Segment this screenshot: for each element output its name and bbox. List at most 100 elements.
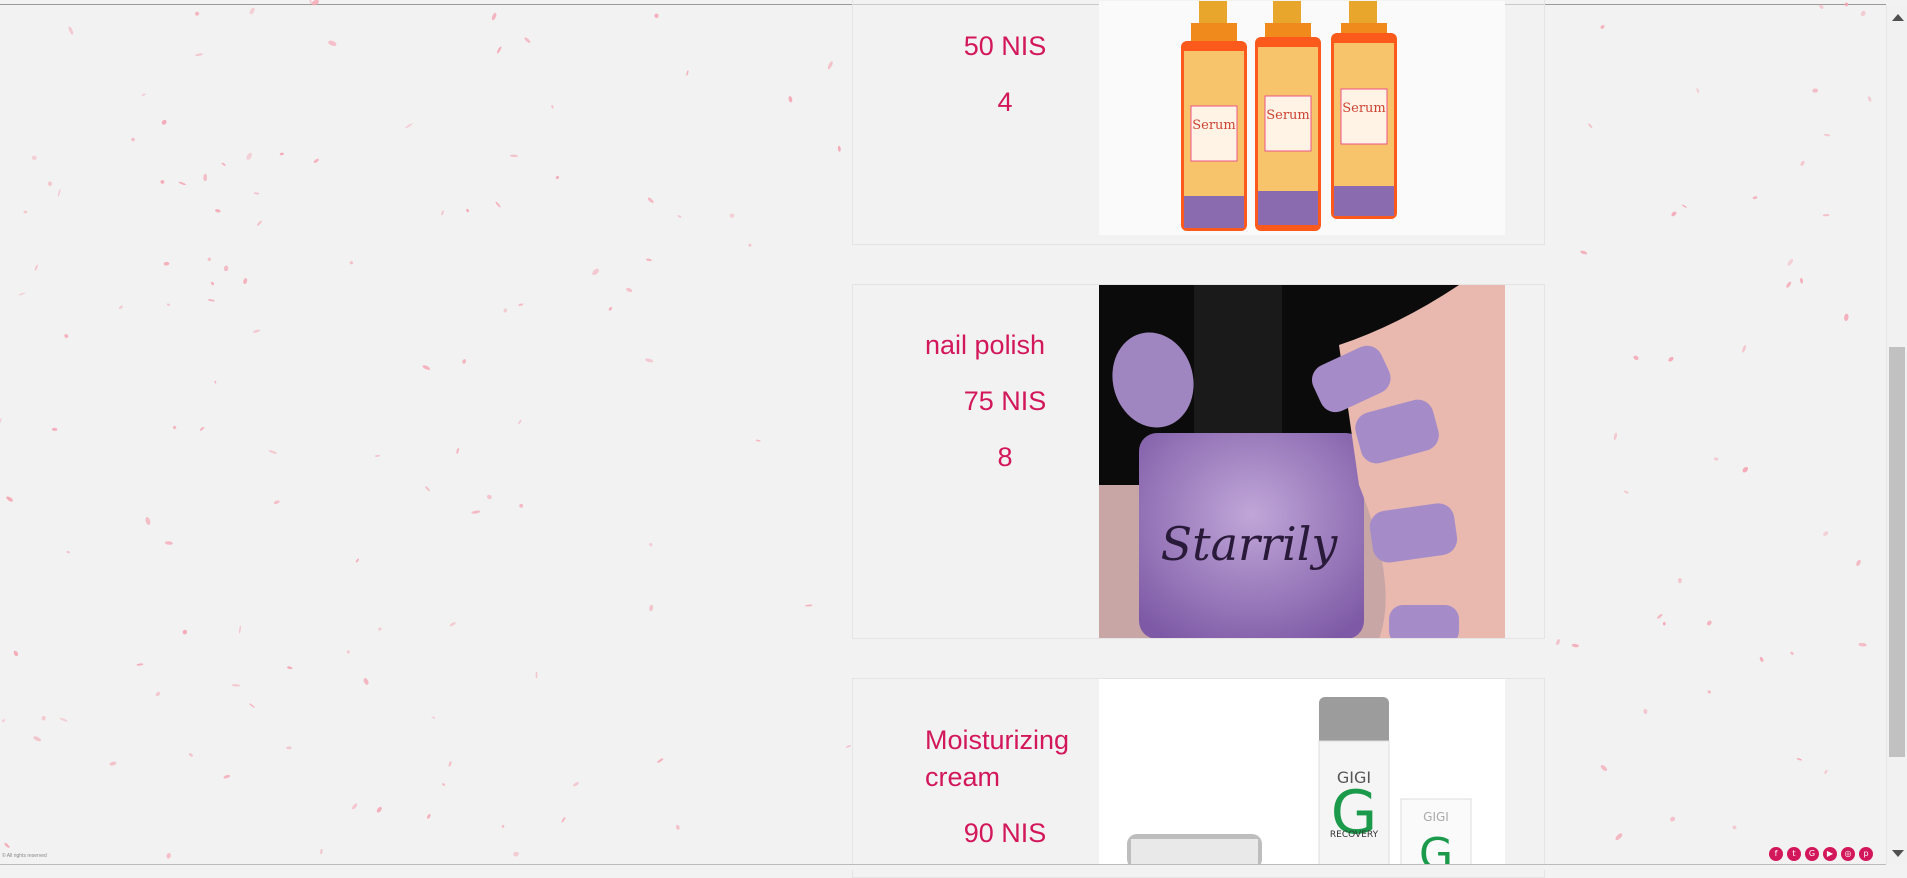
google-plus-icon[interactable]: G [1805,847,1819,861]
petal-speckle [109,761,117,766]
petal-speckle [160,179,165,184]
twitter-icon[interactable]: t [1787,847,1801,861]
petal-speckle [375,455,380,457]
petal-speckle [214,380,217,384]
petal-speckle [328,40,337,46]
petal-speckle [491,12,497,21]
petal-speckle [1,719,6,723]
product-info: 50 NIS 4 [925,0,1085,121]
petal-speckle [1633,355,1639,361]
petal-speckle [626,288,633,292]
petal-speckle [405,123,413,129]
petal-speckle [378,627,382,631]
serum-bottle: Serum [1331,1,1397,219]
petal-speckle [1732,825,1737,830]
petal-speckle [203,173,207,182]
petal-speckle [57,188,61,197]
petal-speckle [1844,2,1849,7]
svg-text:GIGI: GIGI [1423,810,1449,824]
petal-speckle [1742,466,1749,473]
petal-speckle [376,806,382,813]
product-price: 75 NIS [963,386,1047,416]
petal-speckle [805,604,813,607]
petal-speckle [351,803,358,810]
petal-speckle [573,782,579,787]
petal-speckle [195,53,204,57]
petal-speckle [1670,816,1676,822]
petal-speckle [1657,613,1663,619]
petal-speckle [256,220,262,226]
petal-speckle [279,152,284,156]
instagram-icon[interactable]: ◎ [1841,847,1855,861]
vertical-scrollbar[interactable] [1886,5,1907,864]
svg-text:G: G [1419,829,1453,869]
petal-speckle [188,753,193,757]
petal-speckle [1671,211,1677,217]
petal-speckle [136,663,144,666]
petal-speckle [1600,24,1605,29]
petal-speckle [173,425,177,430]
svg-text:Serum: Serum [1342,101,1386,116]
petal-speckle [1742,344,1747,353]
petal-speckle [249,703,255,708]
petal-speckle [163,261,170,266]
petal-speckle [748,243,752,247]
petal-speckle [0,418,2,424]
youtube-icon[interactable]: ▶ [1823,847,1837,861]
petal-speckle [320,848,323,855]
petal-speckle [64,334,69,339]
petal-speckle [442,783,446,786]
petal-speckle [518,419,522,425]
polish-cap [1194,285,1282,435]
copyright-text: © All rights reserved [2,853,47,859]
petal-speckle [441,210,444,216]
pinterest-icon[interactable]: p [1859,847,1873,861]
petal-speckle [166,852,171,859]
product-price: 90 NIS [963,818,1047,848]
petal-speckle [239,625,241,634]
petal-speckle [33,736,42,742]
petal-speckle [207,299,215,302]
petal-speckle [503,308,508,313]
product-quantity: 8 [997,442,1013,472]
petal-speckle [1600,764,1608,772]
scroll-up-arrow[interactable] [1892,14,1904,21]
petal-speckle [252,329,261,333]
petal-speckle [119,305,123,309]
product-card[interactable]: Moisturizing cream 90 NIS GIGI G RECOVER… [852,678,1545,878]
cream-bottle: GIGI G RECOVERY [1318,697,1390,869]
petal-speckle [1556,639,1560,646]
petal-speckle [164,541,173,545]
petal-speckle [51,427,58,432]
product-card[interactable]: nail polish 75 NIS 8 Starrily [852,284,1545,639]
petal-speckle [1823,531,1829,536]
petal-speckle [645,258,652,262]
petal-speckle [788,96,793,103]
scroll-down-arrow[interactable] [1892,850,1904,857]
petal-speckle [253,192,260,195]
petal-speckle [1796,758,1802,761]
petal-speckle [518,303,524,306]
petal-speckle [1662,622,1666,626]
petal-speckle [145,517,151,525]
product-card[interactable]: 50 NIS 4 Serum Serum Serum [852,0,1545,245]
facebook-icon[interactable]: f [1769,847,1783,861]
petal-speckle [1706,620,1712,626]
petal-speckle [210,281,215,286]
petal-speckle [425,486,430,492]
petal-speckle [1858,642,1867,647]
product-image-cream[interactable]: GIGI G RECOVERY GIGI G [1099,679,1505,869]
petal-speckle [496,46,502,54]
petal-speckle [845,745,852,748]
petal-speckle [221,162,226,166]
petal-speckle [1799,277,1804,284]
petal-speckle [729,213,735,218]
petal-speckle [1643,708,1648,715]
petal-speckle [448,761,452,767]
petal-speckle [1580,250,1588,255]
product-image-serum[interactable]: Serum Serum Serum [1099,1,1505,235]
product-image-nail-polish[interactable]: Starrily [1099,285,1505,638]
scroll-thumb[interactable] [1889,347,1905,757]
petal-speckle [1867,96,1872,102]
petal-speckle [1824,769,1828,774]
